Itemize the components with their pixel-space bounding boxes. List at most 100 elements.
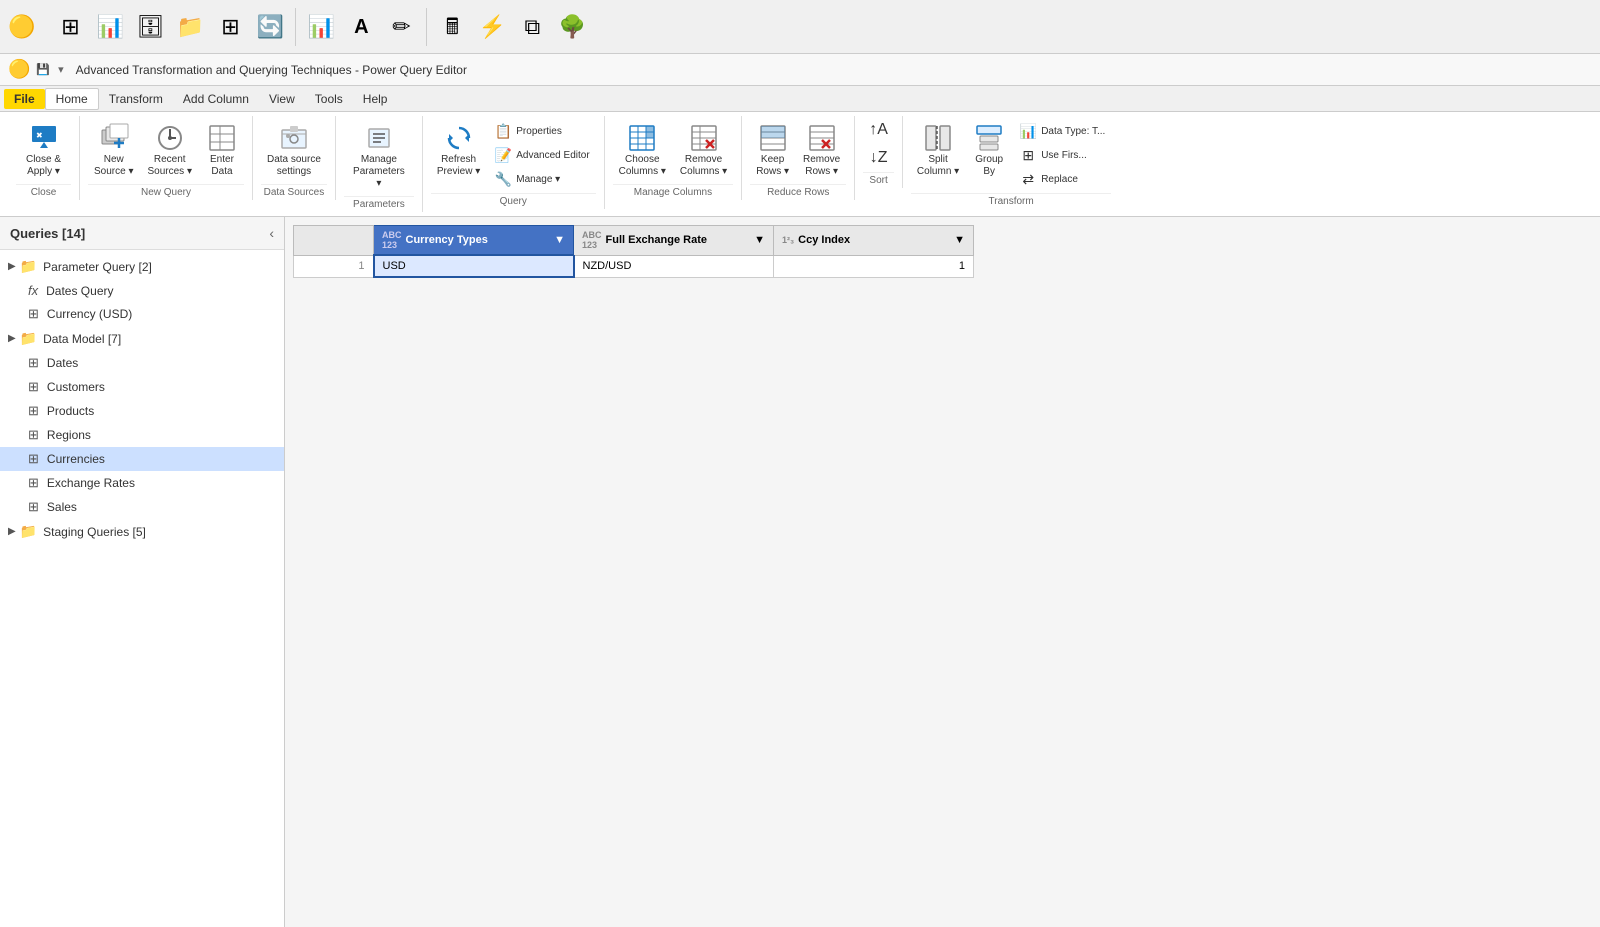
manage-parameters-button[interactable]: ManageParameters ▾: [344, 118, 414, 194]
exchange-rates-icon: ⊞: [28, 475, 39, 491]
keep-rows-icon: [757, 122, 789, 154]
pencil-toolbar-icon[interactable]: ✏: [382, 13, 420, 41]
remove-columns-button[interactable]: RemoveColumns ▾: [674, 118, 733, 182]
hierarchy-toolbar-icon[interactable]: 🌳: [553, 13, 591, 41]
use-first-row-button[interactable]: ⊞ Use Firs...: [1013, 144, 1111, 167]
window-title: Advanced Transformation and Querying Tec…: [76, 63, 467, 77]
dates-item[interactable]: ⊞ Dates: [0, 351, 284, 375]
row-num-1: 1: [294, 255, 374, 277]
collapse-panel-button[interactable]: ‹: [269, 225, 274, 241]
currency-types-filter-btn[interactable]: ▼: [554, 234, 565, 246]
group-by-button[interactable]: GroupBy: [967, 118, 1011, 182]
advanced-editor-button[interactable]: 📝 Advanced Editor: [488, 144, 595, 167]
split-column-button[interactable]: SplitColumn ▾: [911, 118, 965, 182]
new-query-group-label: New Query: [88, 184, 244, 198]
database-toolbar-icon[interactable]: 🗄: [131, 13, 169, 41]
close-apply-button[interactable]: ✖ Close &Apply ▾: [16, 118, 71, 182]
queries-list: ▶ 📁 Parameter Query [2] fx Dates Query ⊞…: [0, 250, 284, 927]
layers-toolbar-icon[interactable]: ⧉: [513, 13, 551, 41]
sort-descending-button[interactable]: ↓Z: [864, 146, 894, 170]
ccy-index-header[interactable]: 1²₃ Ccy Index ▼: [774, 226, 974, 256]
spreadsheet-toolbar-icon[interactable]: 📊: [91, 13, 129, 41]
remove-rows-button[interactable]: RemoveRows ▾: [797, 118, 846, 182]
cell-ccy-index[interactable]: 1: [774, 255, 974, 277]
choose-columns-button[interactable]: ChooseColumns ▾: [613, 118, 672, 182]
replace-values-button[interactable]: ⇄ Replace: [1013, 168, 1111, 191]
cell-usd[interactable]: USD: [374, 255, 574, 277]
products-item[interactable]: ⊞ Products: [0, 399, 284, 423]
parameter-query-group-header[interactable]: ▶ 📁 Parameter Query [2]: [0, 254, 284, 279]
query-ribbon-group: RefreshPreview ▾ 📋 Properties 📝 Advanced…: [423, 116, 605, 209]
ribbon: ✖ Close &Apply ▾ Close: [0, 112, 1600, 217]
customers-icon: ⊞: [28, 379, 39, 395]
save-icon[interactable]: 💾: [36, 63, 50, 76]
currency-usd-icon: ⊞: [28, 306, 39, 322]
currency-types-type-icon: ABC123: [382, 230, 402, 250]
dates-query-item[interactable]: fx Dates Query: [0, 279, 284, 302]
group-by-label: GroupBy: [975, 154, 1003, 178]
data-model-group-header[interactable]: ▶ 📁 Data Model [7]: [0, 326, 284, 351]
currency-types-header[interactable]: ABC123 Currency Types ▼: [374, 226, 574, 256]
currency-usd-item[interactable]: ⊞ Currency (USD): [0, 302, 284, 326]
chart-bar-toolbar-icon[interactable]: 📊: [302, 13, 340, 41]
full-exchange-rate-header[interactable]: ABC123 Full Exchange Rate ▼: [574, 226, 774, 256]
ccy-index-filter-btn[interactable]: ▼: [954, 234, 965, 246]
menu-transform[interactable]: Transform: [99, 89, 173, 109]
grid-toolbar-icon[interactable]: ⊞: [211, 13, 249, 41]
lightning-toolbar-icon[interactable]: ⚡: [473, 13, 511, 41]
properties-label: Properties: [516, 126, 562, 137]
dropdown-arrow-title[interactable]: ▾: [58, 63, 64, 76]
parameters-ribbon-group: ManageParameters ▾ Parameters: [336, 116, 423, 212]
enter-data-button[interactable]: EnterData: [200, 118, 244, 182]
properties-icon: 📋: [494, 123, 512, 140]
staging-queries-group-header[interactable]: ▶ 📁 Staging Queries [5]: [0, 519, 284, 544]
title-bar: 🟡 💾 ▾ Advanced Transformation and Queryi…: [0, 54, 1600, 86]
refresh-preview-button[interactable]: RefreshPreview ▾: [431, 118, 486, 182]
products-label: Products: [47, 404, 94, 418]
transform-group-label: Transform: [911, 193, 1111, 207]
dates-label: Dates: [47, 356, 78, 370]
menu-home[interactable]: Home: [45, 88, 99, 110]
remove-columns-icon: [688, 122, 720, 154]
currencies-item[interactable]: ⊞ Currencies: [0, 447, 284, 471]
full-exchange-rate-filter-btn[interactable]: ▼: [754, 234, 765, 246]
refresh-toolbar-icon[interactable]: 🔄: [251, 13, 289, 41]
choose-columns-icon: [626, 122, 658, 154]
text-a-toolbar-icon[interactable]: A: [342, 14, 380, 40]
cell-exchange-rate[interactable]: NZD/USD: [574, 255, 774, 277]
regions-item[interactable]: ⊞ Regions: [0, 423, 284, 447]
sort-ascending-button[interactable]: ↑A: [863, 118, 894, 142]
staging-queries-label: Staging Queries [5]: [43, 525, 146, 539]
queries-title: Queries [14]: [10, 226, 85, 241]
keep-rows-button[interactable]: KeepRows ▾: [750, 118, 795, 182]
folder-toolbar-icon[interactable]: 📁: [171, 13, 209, 41]
properties-button[interactable]: 📋 Properties: [488, 120, 595, 143]
new-source-button[interactable]: NewSource ▾: [88, 118, 139, 182]
keep-rows-label: KeepRows ▾: [756, 154, 789, 178]
exchange-rates-item[interactable]: ⊞ Exchange Rates: [0, 471, 284, 495]
advanced-editor-icon: 📝: [494, 147, 512, 164]
parameters-group-label: Parameters: [344, 196, 414, 210]
customers-item[interactable]: ⊞ Customers: [0, 375, 284, 399]
dates-icon: ⊞: [28, 355, 39, 371]
use-first-row-label: Use Firs...: [1041, 150, 1087, 161]
menu-add-column[interactable]: Add Column: [173, 89, 259, 109]
close-group-label: Close: [16, 184, 71, 198]
menu-file[interactable]: File: [4, 89, 45, 109]
data-source-settings-button[interactable]: Data sourcesettings: [261, 118, 327, 182]
table-toolbar-icon[interactable]: ⊞: [51, 13, 89, 41]
ccy-index-label: Ccy Index: [798, 234, 850, 246]
data-grid-container[interactable]: ABC123 Currency Types ▼ ABC123 Full Exch…: [285, 217, 1600, 927]
sales-item[interactable]: ⊞ Sales: [0, 495, 284, 519]
manage-columns-group-label: Manage Columns: [613, 184, 734, 198]
data-model-folder-icon: 📁: [20, 330, 37, 347]
menu-view[interactable]: View: [259, 89, 305, 109]
recent-sources-button[interactable]: RecentSources ▾: [141, 118, 197, 182]
menu-help[interactable]: Help: [353, 89, 398, 109]
calculator-toolbar-icon[interactable]: 🖩: [433, 13, 471, 41]
manage-button[interactable]: 🔧 Manage ▾: [488, 168, 595, 191]
data-type-button[interactable]: 📊 Data Type: T...: [1013, 120, 1111, 143]
menu-tools[interactable]: Tools: [305, 89, 353, 109]
manage-columns-ribbon-group: ChooseColumns ▾ RemoveColumns ▾: [605, 116, 743, 200]
data-source-settings-icon: [278, 122, 310, 154]
